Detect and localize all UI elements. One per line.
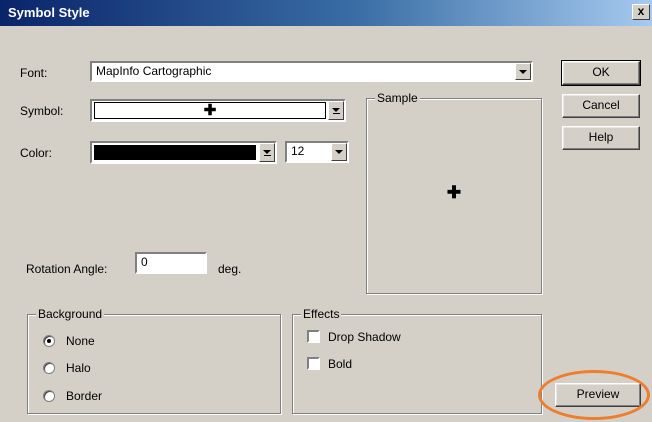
radio-halo-label: Halo xyxy=(66,361,91,375)
checkbox-bold-label: Bold xyxy=(328,357,353,371)
rotation-input[interactable]: 0 xyxy=(135,252,207,274)
close-button[interactable]: x xyxy=(632,4,650,20)
sample-title: Sample xyxy=(375,91,420,105)
background-group: Background None Halo Border xyxy=(27,307,281,414)
sample-group: Sample ✚ xyxy=(366,91,542,294)
title-bar[interactable]: Symbol Style x xyxy=(0,0,652,26)
font-label: Font: xyxy=(20,66,48,80)
effects-title: Effects xyxy=(301,307,342,321)
size-value: 12 xyxy=(291,144,305,158)
chevron-down-icon xyxy=(519,69,527,74)
rotation-label: Rotation Angle: xyxy=(26,262,108,276)
preview-button[interactable]: Preview xyxy=(555,383,641,407)
size-dropdown[interactable]: 12 xyxy=(285,141,349,163)
color-dropdown-button[interactable] xyxy=(259,143,275,162)
radio-none[interactable] xyxy=(43,335,55,347)
checkbox-bold[interactable] xyxy=(307,357,320,370)
font-dropdown[interactable]: MapInfo Cartographic xyxy=(90,61,533,82)
size-dropdown-button[interactable] xyxy=(331,143,347,161)
radio-none-label: None xyxy=(66,334,95,348)
color-label: Color: xyxy=(20,146,53,160)
chevron-down-icon xyxy=(263,149,271,156)
font-dropdown-button[interactable] xyxy=(515,63,531,80)
symbol-label: Symbol: xyxy=(20,104,64,118)
symbol-preview: ✚ xyxy=(94,102,326,119)
chevron-down-icon xyxy=(335,150,343,154)
radio-halo[interactable] xyxy=(43,362,55,374)
symbol-style-dialog: Symbol Style x Font: MapInfo Cartographi… xyxy=(0,0,652,422)
cross-symbol-icon: ✚ xyxy=(203,102,217,119)
checkbox-drop-shadow-label: Drop Shadow xyxy=(328,330,401,344)
chevron-down-icon xyxy=(332,107,340,114)
rotation-unit: deg. xyxy=(218,262,242,276)
symbol-dropdown-button[interactable] xyxy=(328,101,344,120)
effects-group: Effects Drop Shadow Bold xyxy=(292,307,542,414)
radio-border-label: Border xyxy=(66,389,103,403)
sample-preview: ✚ xyxy=(367,183,541,203)
cancel-button[interactable]: Cancel xyxy=(562,94,640,118)
radio-border[interactable] xyxy=(43,390,55,402)
font-value: MapInfo Cartographic xyxy=(96,64,212,78)
color-swatch xyxy=(94,145,256,160)
color-dropdown[interactable] xyxy=(90,141,277,164)
ok-button[interactable]: OK xyxy=(561,60,641,86)
symbol-dropdown[interactable]: ✚ xyxy=(90,99,346,122)
checkbox-drop-shadow[interactable] xyxy=(307,330,320,343)
window-title: Symbol Style xyxy=(8,5,90,20)
help-button[interactable]: Help xyxy=(562,126,640,150)
cross-symbol-icon: ✚ xyxy=(446,183,462,202)
background-title: Background xyxy=(36,307,105,321)
rotation-value: 0 xyxy=(141,255,148,269)
